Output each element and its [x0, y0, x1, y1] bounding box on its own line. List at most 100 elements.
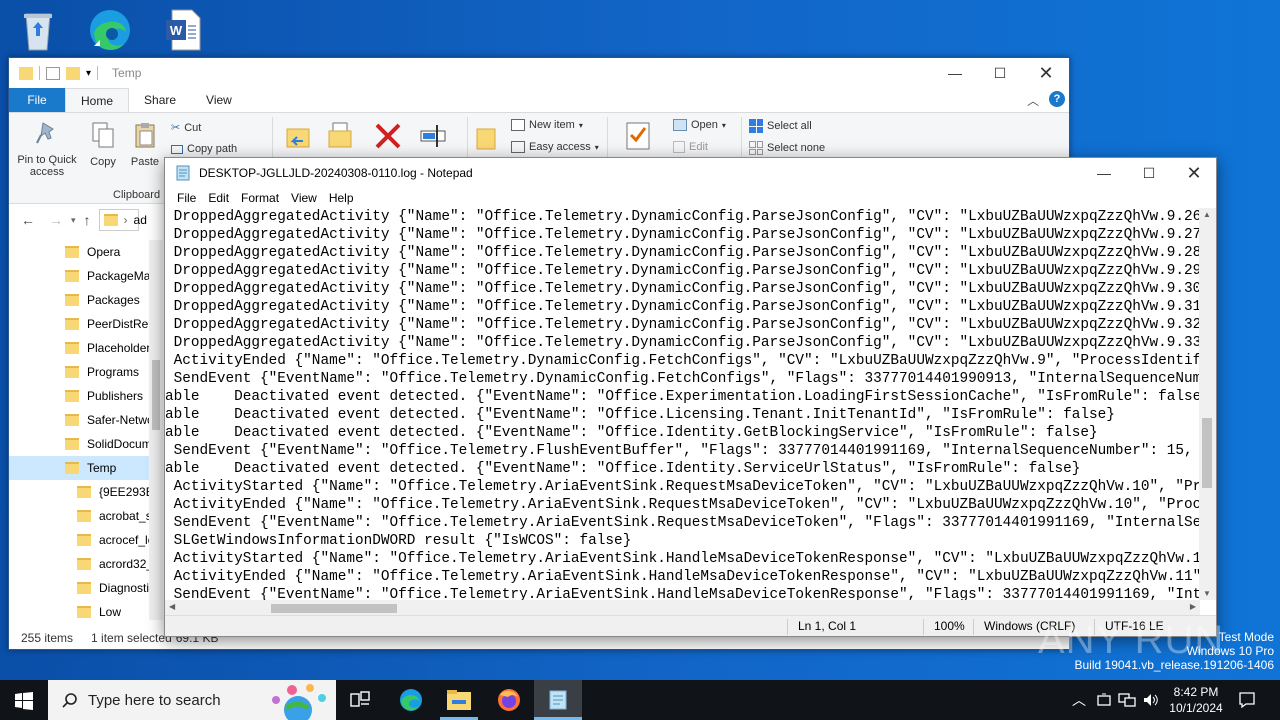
open-button[interactable]: Open ▾: [673, 119, 726, 131]
rename-icon[interactable]: [419, 123, 447, 149]
pin-quick-access-button[interactable]: Pin to Quick access: [13, 121, 81, 178]
select-all-label: Select all: [767, 120, 812, 132]
explorer-title: Temp: [112, 66, 142, 80]
copy-path-button[interactable]: Copy path: [171, 143, 237, 155]
task-view-icon[interactable]: [350, 691, 370, 709]
nav-item[interactable]: Safer-Netwo: [9, 408, 162, 432]
notepad-taskbar-button[interactable]: [534, 680, 582, 720]
text-line: DroppedAggregatedActivity {"Name": "Offi…: [165, 281, 1200, 297]
text-line: DroppedAggregatedActivity {"Name": "Offi…: [165, 317, 1200, 333]
copy-button[interactable]: Copy: [85, 121, 121, 168]
paste-icon: [135, 123, 155, 148]
scrollbar-thumb[interactable]: [271, 604, 397, 613]
move-to-icon[interactable]: [285, 123, 313, 153]
scroll-down-icon[interactable]: ▼: [1203, 589, 1211, 598]
scroll-left-icon[interactable]: ◀: [169, 602, 175, 611]
folder-icon: [65, 342, 79, 354]
select-none-button[interactable]: Select none: [749, 141, 825, 155]
recycle-bin-icon[interactable]: [14, 6, 62, 54]
tab-share[interactable]: Share: [129, 88, 191, 112]
nav-item[interactable]: Opera: [9, 240, 162, 264]
collapse-ribbon-icon[interactable]: ︿: [1027, 92, 1039, 109]
nav-item[interactable]: Temp: [9, 456, 162, 480]
properties-ribbon-icon[interactable]: [625, 121, 651, 151]
edge-icon[interactable]: [86, 6, 134, 54]
explorer-maximize-button[interactable]: ☐: [977, 58, 1023, 88]
notepad-minimize-button[interactable]: —: [1081, 158, 1127, 188]
anyrun-logo: ANY RUN: [1038, 618, 1225, 662]
address-bar[interactable]: › ad: [98, 209, 147, 231]
menu-view[interactable]: View: [285, 191, 323, 205]
help-icon[interactable]: ?: [1049, 91, 1065, 107]
menu-help[interactable]: Help: [323, 191, 360, 205]
edit-button[interactable]: Edit: [673, 141, 708, 153]
nav-item[interactable]: Publishers: [9, 384, 162, 408]
paste-button[interactable]: Paste: [127, 121, 163, 168]
nav-item[interactable]: Packages: [9, 288, 162, 312]
nav-item[interactable]: SolidDocum: [9, 432, 162, 456]
nav-subitem[interactable]: acrobat_sb: [9, 504, 162, 528]
network-icon[interactable]: [1118, 692, 1136, 708]
new-folder-ribbon-icon[interactable]: [475, 125, 497, 151]
word-document-icon[interactable]: W: [160, 6, 208, 54]
notepad-vertical-scrollbar[interactable]: ▲ ▼: [1199, 208, 1216, 600]
notifications-icon[interactable]: [1238, 691, 1256, 709]
scrollbar-thumb[interactable]: [1202, 418, 1212, 488]
nav-item[interactable]: PackageMa: [9, 264, 162, 288]
scroll-right-icon[interactable]: ▶: [1190, 602, 1196, 611]
scroll-up-icon[interactable]: ▲: [1203, 210, 1211, 219]
menu-edit[interactable]: Edit: [202, 191, 235, 205]
nav-item[interactable]: PeerDistRep: [9, 312, 162, 336]
firefox-icon[interactable]: [496, 687, 522, 713]
file-explorer-taskbar-icon[interactable]: [446, 688, 472, 712]
menu-file[interactable]: File: [171, 191, 202, 205]
cursor-position: Ln 1, Col 1: [798, 619, 857, 633]
notepad-title: DESKTOP-JGLLJLD-20240308-0110.log - Note…: [199, 166, 473, 180]
properties-icon[interactable]: [46, 66, 60, 80]
forward-arrow-icon[interactable]: →: [49, 212, 63, 228]
nav-subitem[interactable]: Low: [9, 600, 162, 620]
edge-taskbar-icon[interactable]: [398, 687, 424, 713]
quick-access-dropdown-icon[interactable]: ▾: [86, 68, 91, 79]
new-folder-icon[interactable]: [66, 66, 80, 80]
text-line: SLGetWindowsInformationDWORD result {"Is…: [165, 533, 632, 549]
tab-home[interactable]: Home: [65, 88, 130, 112]
pin-icon: [36, 122, 54, 144]
clock[interactable]: 8:42 PM 10/1/2024: [1166, 684, 1226, 716]
new-item-button[interactable]: New item ▾: [511, 119, 583, 131]
select-all-button[interactable]: Select all: [749, 119, 812, 133]
explorer-close-button[interactable]: ✕: [1023, 58, 1069, 88]
item-count: 255 items: [21, 631, 74, 645]
nav-subitem[interactable]: acrord32_s: [9, 552, 162, 576]
show-hidden-icons-icon[interactable]: ︿: [1072, 690, 1086, 710]
nav-item[interactable]: Programs: [9, 360, 162, 384]
tab-file[interactable]: File: [9, 88, 65, 112]
taskbar: Type here to search ︿ 8:42 PM 10/1/2024: [0, 680, 1280, 720]
up-arrow-icon[interactable]: ↑: [84, 212, 91, 228]
nav-item[interactable]: Placeholder: [9, 336, 162, 360]
scrollbar-thumb[interactable]: [152, 360, 160, 430]
recent-locations-icon[interactable]: ▾: [71, 215, 76, 226]
back-arrow-icon[interactable]: ←: [21, 212, 35, 228]
cut-button[interactable]: ✂ Cut: [171, 121, 201, 135]
notepad-text-area[interactable]: DroppedAggregatedActivity {"Name": "Offi…: [165, 208, 1200, 600]
navigation-scrollbar[interactable]: [149, 240, 163, 620]
notepad-maximize-button[interactable]: ☐: [1126, 158, 1172, 188]
nav-subitem[interactable]: acrocef_lo: [9, 528, 162, 552]
action-center-device-icon[interactable]: [1096, 692, 1112, 708]
delete-icon[interactable]: [373, 121, 403, 151]
copy-to-icon[interactable]: [327, 121, 355, 151]
tab-view[interactable]: View: [191, 88, 247, 112]
volume-icon[interactable]: [1142, 692, 1160, 708]
nav-subitem[interactable]: {9EE293E3-: [9, 480, 162, 504]
easy-access-button[interactable]: Easy access ▾: [511, 141, 599, 153]
nav-subitem[interactable]: Diagnostic: [9, 576, 162, 600]
windows-start-icon[interactable]: [15, 692, 33, 710]
notepad-close-button[interactable]: ✕: [1171, 158, 1217, 188]
edit-label: Edit: [689, 141, 708, 153]
text-line: SendEvent {"EventName": "Office.Telemetr…: [165, 515, 1200, 531]
explorer-minimize-button[interactable]: —: [932, 58, 978, 88]
menu-format[interactable]: Format: [235, 191, 285, 205]
taskbar-search-box[interactable]: Type here to search: [48, 680, 336, 720]
clock-time: 8:42 PM: [1173, 685, 1219, 699]
